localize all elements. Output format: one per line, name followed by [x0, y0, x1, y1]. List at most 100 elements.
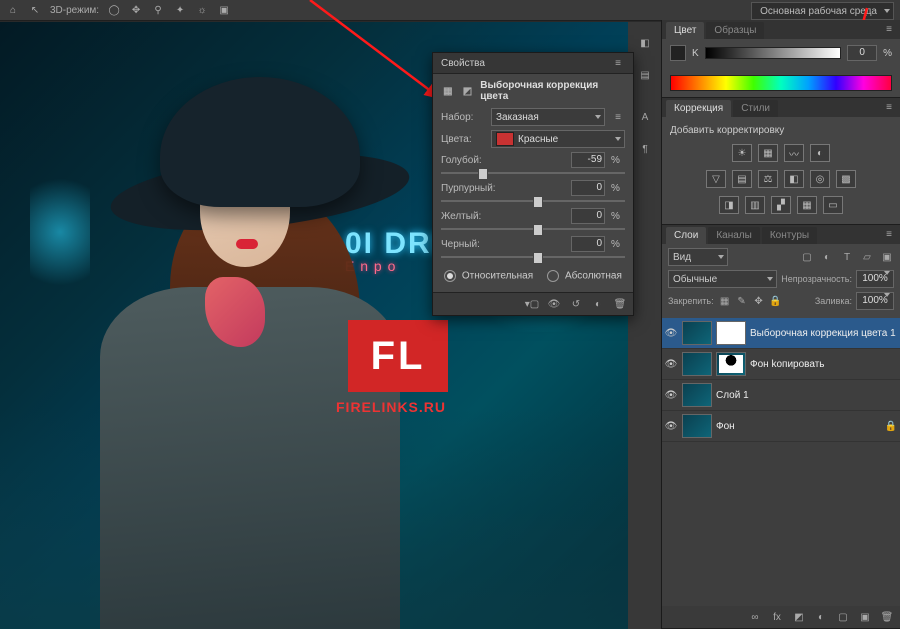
lock-pixels-icon[interactable]: ✎ — [735, 294, 749, 308]
history-icon[interactable]: ◧ — [636, 34, 654, 52]
channel-k-slider[interactable] — [705, 47, 841, 59]
color-balance-icon[interactable]: ⚖ — [758, 170, 778, 188]
black-slider[interactable] — [441, 252, 625, 262]
color-spectrum[interactable] — [670, 75, 892, 91]
layer-thumbnail[interactable] — [682, 321, 712, 345]
tab-styles[interactable]: Стили — [733, 100, 778, 117]
layer-thumbnail[interactable] — [682, 414, 712, 438]
visibility-icon[interactable]: 👁 — [664, 357, 678, 371]
move-icon[interactable]: ✦ — [173, 3, 187, 17]
delete-layer-icon[interactable]: 🗑 — [880, 610, 894, 624]
posterize-icon[interactable]: ▥ — [745, 196, 765, 214]
layer-mask-icon[interactable]: ◩ — [792, 610, 806, 624]
brightness-icon[interactable]: ☀ — [732, 144, 752, 162]
threshold-icon[interactable]: ▞ — [771, 196, 791, 214]
cyan-slider[interactable] — [441, 168, 625, 178]
tab-swatches[interactable]: Образцы — [706, 22, 764, 39]
filter-smart-icon[interactable]: ▣ — [880, 250, 894, 264]
paragraph-icon[interactable]: ¶ — [636, 140, 654, 158]
tab-layers[interactable]: Слои — [666, 227, 706, 244]
channel-k-value[interactable]: 0 — [847, 45, 877, 61]
delete-adjust-icon[interactable]: 🗑 — [613, 297, 627, 311]
visibility-icon[interactable]: 👁 — [664, 419, 678, 433]
magenta-value[interactable]: 0 — [571, 180, 605, 196]
visibility-icon[interactable]: 👁 — [664, 326, 678, 340]
lock-position-icon[interactable]: ✥ — [752, 294, 766, 308]
orbit-icon[interactable]: ◯ — [107, 3, 121, 17]
yellow-slider[interactable] — [441, 224, 625, 234]
levels-icon[interactable]: ▦ — [758, 144, 778, 162]
panel-menu-icon[interactable]: ≡ — [882, 22, 896, 36]
tab-color[interactable]: Цвет — [666, 22, 704, 39]
new-fill-adj-icon[interactable]: ◐ — [814, 610, 828, 624]
tab-adjustments[interactable]: Коррекция — [666, 100, 731, 117]
colors-dropdown[interactable]: Красные — [491, 130, 625, 148]
layer-thumbnail[interactable] — [682, 383, 712, 407]
foreground-swatch[interactable] — [670, 45, 686, 61]
magenta-slider[interactable] — [441, 196, 625, 206]
new-group-icon[interactable]: ▢ — [836, 610, 850, 624]
reset-icon[interactable]: ↺ — [569, 297, 583, 311]
lock-all-icon[interactable]: 🔒 — [769, 294, 783, 308]
layer-name[interactable]: Фон — [716, 421, 880, 432]
exposure-icon[interactable]: ◐ — [810, 144, 830, 162]
gradient-map-icon[interactable]: ▭ — [823, 196, 843, 214]
layer-mask-thumbnail[interactable] — [716, 321, 746, 345]
preset-dropdown[interactable]: Заказная — [491, 108, 605, 126]
panel-menu-icon[interactable]: ≡ — [882, 100, 896, 114]
blend-mode-dropdown[interactable]: Обычные — [668, 270, 777, 288]
new-layer-icon[interactable]: ▣ — [858, 610, 872, 624]
vibrance-icon[interactable]: ▽ — [706, 170, 726, 188]
filter-type-icon[interactable]: T — [840, 250, 854, 264]
panel-menu-icon[interactable]: ≡ — [611, 56, 625, 70]
channel-mixer-icon[interactable]: ▩ — [836, 170, 856, 188]
camera-icon[interactable]: ▣ — [217, 3, 231, 17]
hue-sat-icon[interactable]: ▤ — [732, 170, 752, 188]
link-layers-icon[interactable]: ∞ — [748, 610, 762, 624]
workspace-dropdown[interactable]: Основная рабочая среда — [751, 2, 894, 20]
bw-icon[interactable]: ◧ — [784, 170, 804, 188]
mode-absolute-radio[interactable]: Абсолютная — [547, 270, 622, 282]
tab-paths[interactable]: Контуры — [762, 227, 817, 244]
opacity-value[interactable]: 100% — [856, 270, 894, 288]
layer-thumbnail[interactable] — [682, 352, 712, 376]
layer-item[interactable]: 👁 Выборочная коррекция цвета 1 — [662, 318, 900, 349]
tab-channels[interactable]: Каналы — [708, 227, 760, 244]
light-icon[interactable]: ☼ — [195, 3, 209, 17]
layer-name[interactable]: Слой 1 — [716, 390, 898, 401]
toggle-visibility-icon[interactable]: ◐ — [591, 297, 605, 311]
lock-transparency-icon[interactable]: ▦ — [718, 294, 732, 308]
cursor-icon[interactable]: ↖ — [28, 3, 42, 17]
layer-mask-thumbnail[interactable] — [716, 352, 746, 376]
properties-panel-tab[interactable]: Свойства ≡ — [433, 53, 633, 74]
character-icon[interactable]: A — [636, 108, 654, 126]
filter-pixel-icon[interactable]: ▢ — [800, 250, 814, 264]
yellow-value[interactable]: 0 — [571, 208, 605, 224]
photo-filter-icon[interactable]: ◎ — [810, 170, 830, 188]
invert-icon[interactable]: ◨ — [719, 196, 739, 214]
home-icon[interactable]: ⌂ — [6, 3, 20, 17]
visibility-icon[interactable]: 👁 — [664, 388, 678, 402]
curves-icon[interactable]: 〰 — [784, 144, 804, 162]
actions-icon[interactable]: ▤ — [636, 66, 654, 84]
mode-relative-radio[interactable]: Относительная — [444, 270, 533, 282]
layer-item[interactable]: 👁 Слой 1 — [662, 380, 900, 411]
filter-shape-icon[interactable]: ▱ — [860, 250, 874, 264]
selective-color-icon[interactable]: ▦ — [797, 196, 817, 214]
clip-to-layer-icon[interactable]: ▾▢ — [525, 297, 539, 311]
layer-fx-icon[interactable]: fx — [770, 610, 784, 624]
preset-menu-icon[interactable]: ≡ — [611, 110, 625, 124]
layer-item[interactable]: 👁 Фон kопировать — [662, 349, 900, 380]
filter-adjust-icon[interactable]: ◐ — [820, 250, 834, 264]
black-value[interactable]: 0 — [571, 236, 605, 252]
zoom-icon[interactable]: ⚲ — [151, 3, 165, 17]
layer-filter-kind[interactable]: Вид — [668, 248, 728, 266]
view-previous-icon[interactable]: 👁 — [547, 297, 561, 311]
layer-name[interactable]: Фон kопировать — [750, 359, 898, 370]
fill-value[interactable]: 100% — [856, 292, 894, 310]
panel-menu-icon[interactable]: ≡ — [882, 227, 896, 241]
pan-icon[interactable]: ✥ — [129, 3, 143, 17]
cyan-value[interactable]: -59 — [571, 152, 605, 168]
layer-item[interactable]: 👁 Фон 🔒 — [662, 411, 900, 442]
layer-name[interactable]: Выборочная коррекция цвета 1 — [750, 328, 898, 339]
